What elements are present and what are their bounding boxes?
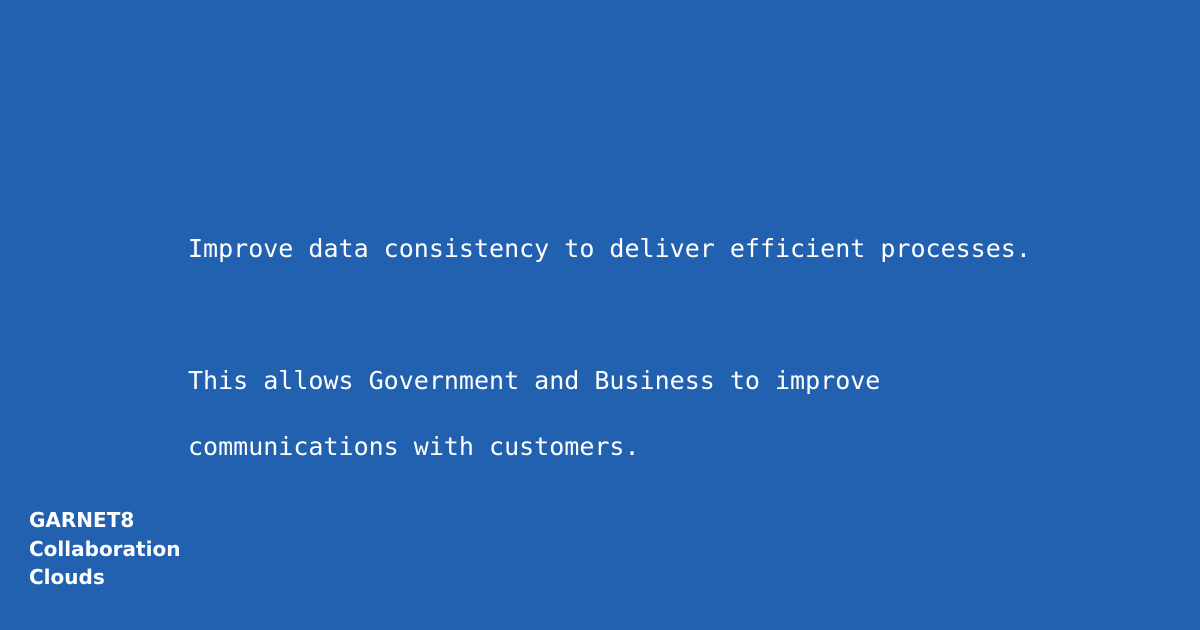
message-block: Improve data consistency to deliver effi…	[188, 199, 1178, 496]
brand-tagline-1: Collaboration	[29, 536, 181, 561]
brand-logo: GARNET8 Collaboration Clouds	[29, 506, 180, 592]
brand-name: GARNET8	[29, 508, 135, 532]
headline: Improve data consistency to deliver effi…	[188, 234, 1031, 263]
brand-tagline-2: Clouds	[29, 565, 105, 589]
page: { "message": { "headline": "Improve data…	[0, 0, 1200, 630]
body-line-1: This allows Government and Business to i…	[188, 366, 881, 395]
body-line-2: communications with customers.	[188, 432, 640, 461]
